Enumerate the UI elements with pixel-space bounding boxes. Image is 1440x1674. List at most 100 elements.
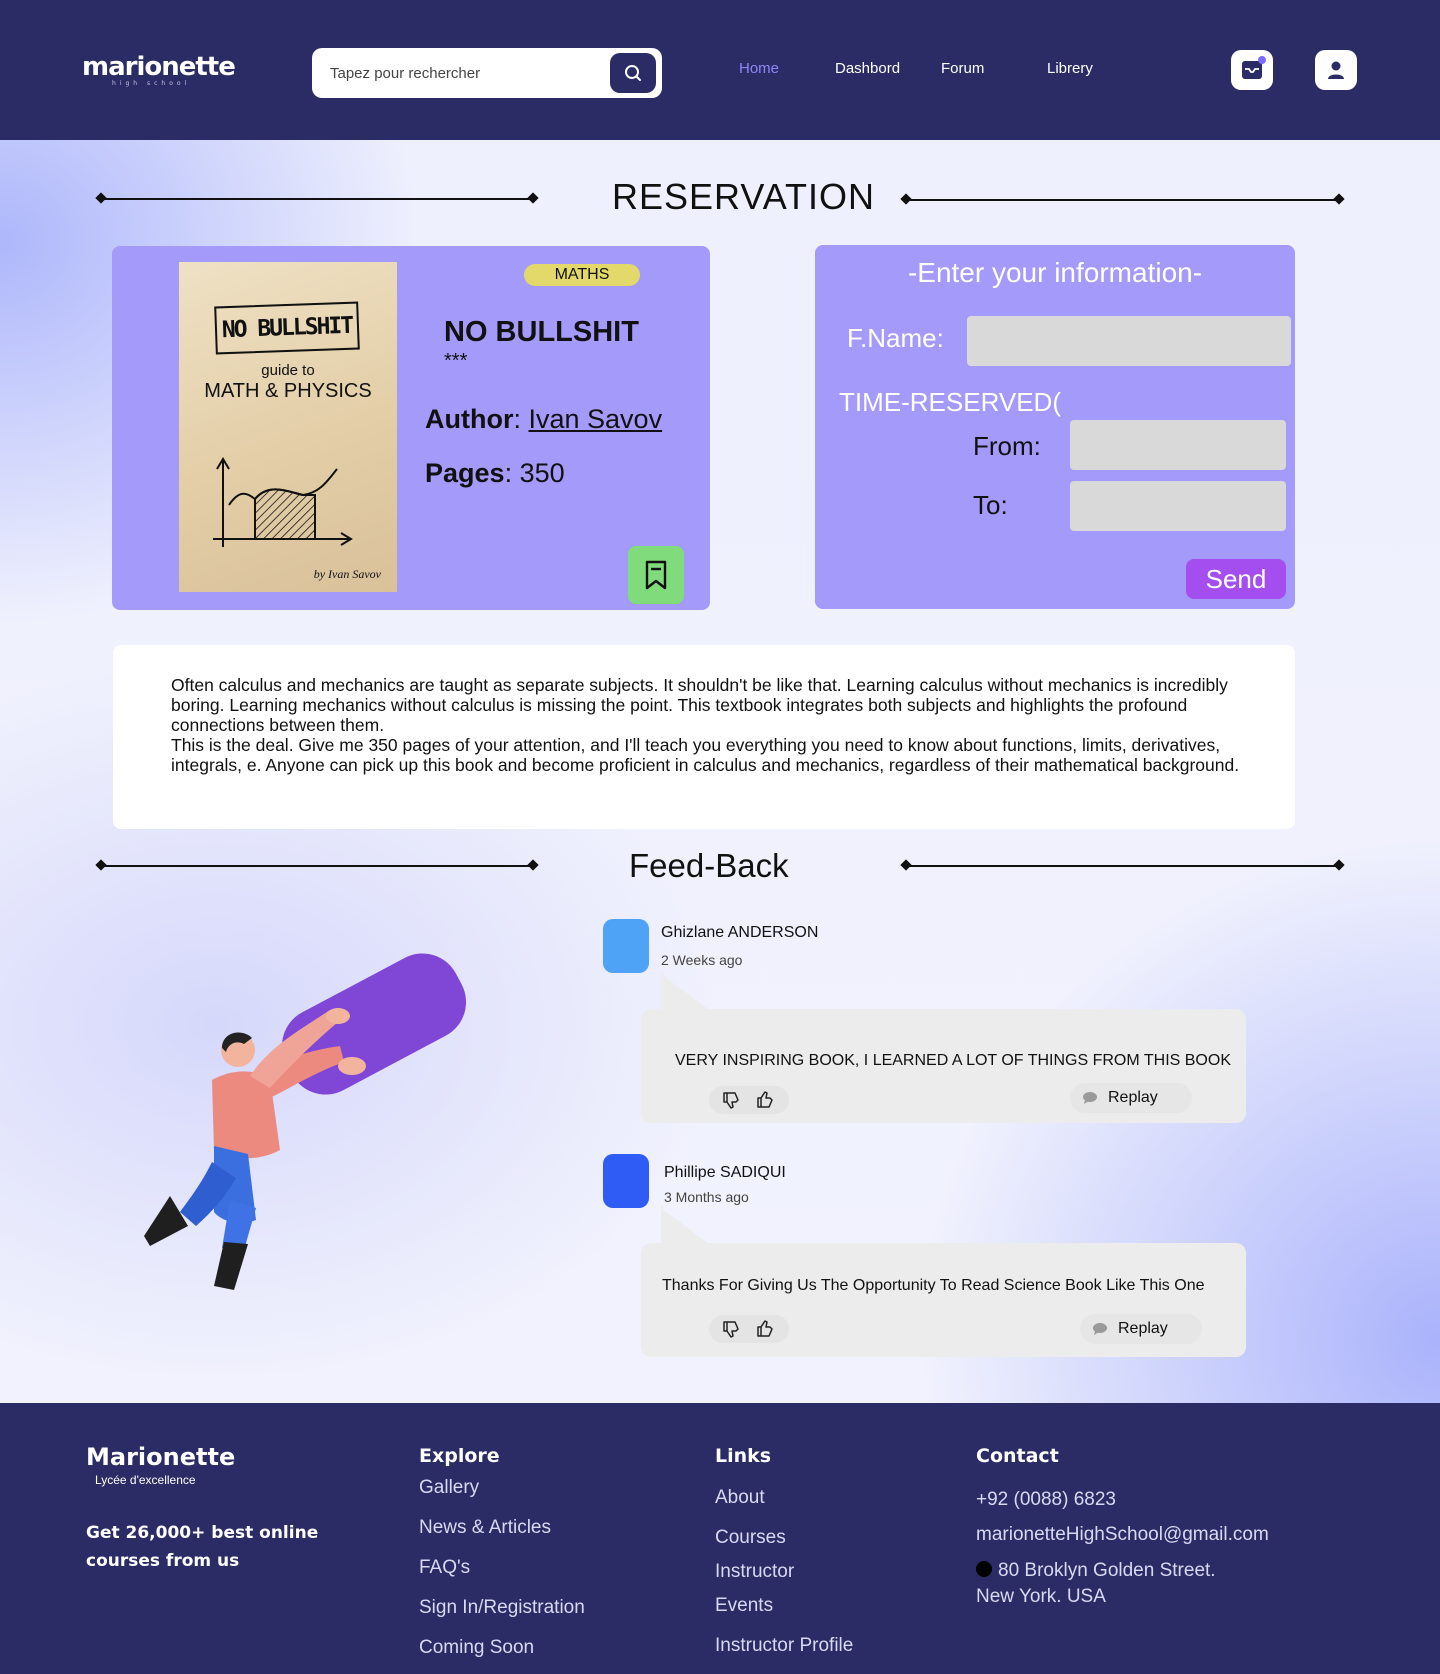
comment-text: VERY INSPIRING BOOK, I LEARNED A LOT OF … bbox=[675, 1052, 1231, 1069]
footer-link-instructor-profile[interactable]: Instructor Profile bbox=[715, 1635, 853, 1657]
contact-heading: Contact bbox=[976, 1445, 1059, 1467]
pages-value: 350 bbox=[519, 458, 565, 488]
commenter-avatar bbox=[603, 919, 649, 973]
comment-bubble: VERY INSPIRING BOOK, I LEARNED A LOT OF … bbox=[641, 1009, 1246, 1123]
logo[interactable]: marionette bbox=[82, 52, 236, 82]
contact-email[interactable]: marionetteHighSchool@gmail.com bbox=[976, 1524, 1269, 1546]
title-divider-left bbox=[101, 198, 533, 200]
comment-timestamp: 2 Weeks ago bbox=[661, 952, 743, 968]
search-icon bbox=[625, 65, 641, 81]
commenter-name: Phillipe SADIQUI bbox=[664, 1164, 786, 1181]
address-line-1: 80 Broklyn Golden Street. bbox=[998, 1560, 1216, 1581]
thumbs-down-icon[interactable] bbox=[719, 1317, 745, 1341]
from-field[interactable] bbox=[1070, 420, 1286, 470]
description-paragraph: This is the deal. Give me 350 pages of y… bbox=[171, 735, 1240, 775]
book-cover: NO BULLSHIT guide to MATH & PHYSICS by I… bbox=[179, 262, 397, 592]
footer-brand-subtitle: Lycée d'excellence bbox=[95, 1473, 196, 1487]
bookmark-icon bbox=[645, 560, 667, 590]
vote-controls bbox=[709, 1086, 789, 1114]
cover-topic: MATH & PHYSICS bbox=[204, 380, 372, 402]
comment-timestamp: 3 Months ago bbox=[664, 1189, 749, 1205]
footer-tagline: Get 26,000+ best online courses from us bbox=[86, 1523, 319, 1571]
book-rating: *** bbox=[444, 350, 468, 372]
vote-controls bbox=[709, 1315, 789, 1343]
footer-brand: Marionette bbox=[86, 1443, 236, 1471]
pages-label: Pages bbox=[425, 458, 505, 488]
footer-link-gallery[interactable]: Gallery bbox=[419, 1477, 479, 1499]
reservation-title: RESERVATION bbox=[612, 176, 876, 217]
form-heading: -Enter your information- bbox=[907, 257, 1203, 288]
comment-text: Thanks For Giving Us The Opportunity To … bbox=[662, 1277, 1205, 1294]
thumbs-up-icon[interactable] bbox=[753, 1317, 779, 1341]
user-icon bbox=[1328, 61, 1344, 79]
integral-graph-icon bbox=[213, 457, 353, 547]
footer-link-about[interactable]: About bbox=[715, 1487, 765, 1509]
name-field[interactable] bbox=[967, 316, 1291, 366]
location-pin-icon bbox=[976, 1561, 992, 1577]
reply-button[interactable]: Replay bbox=[1080, 1314, 1202, 1344]
footer-link-coming-soon[interactable]: Coming Soon bbox=[419, 1637, 534, 1659]
time-reserved-label: TIME-RESERVED( bbox=[839, 387, 1061, 417]
to-label: To: bbox=[973, 490, 1008, 520]
footer-link-courses[interactable]: Courses bbox=[715, 1527, 786, 1549]
book-title: NO BULLSHIT bbox=[444, 316, 639, 348]
notification-dot bbox=[1258, 56, 1266, 64]
person-with-speech-bubble-illustration bbox=[144, 953, 467, 1290]
thumbs-down-icon[interactable] bbox=[719, 1088, 745, 1112]
from-label: From: bbox=[973, 431, 1041, 461]
search-button[interactable] bbox=[610, 53, 656, 93]
header: marionette high school Home Dashbord For… bbox=[0, 0, 1440, 140]
footer-link-instructor[interactable]: Instructor bbox=[715, 1561, 794, 1583]
footer-link-events[interactable]: Events bbox=[715, 1595, 773, 1617]
bookmark-button[interactable] bbox=[628, 546, 684, 604]
comment-bubble-tail bbox=[661, 1208, 709, 1244]
feedback-title: Feed-Back bbox=[629, 847, 789, 884]
to-field[interactable] bbox=[1070, 481, 1286, 531]
cover-author: by Ivan Savov bbox=[313, 567, 381, 581]
reservation-form: -Enter your information- F.Name: TIME-RE… bbox=[815, 245, 1295, 609]
nav-library[interactable]: Librery bbox=[1047, 60, 1093, 77]
commenter-name: Ghizlane ANDERSON bbox=[661, 924, 819, 941]
nav-dashboard[interactable]: Dashbord bbox=[835, 60, 900, 77]
commenter-avatar bbox=[603, 1154, 649, 1208]
comment-bubble: Thanks For Giving Us The Opportunity To … bbox=[641, 1243, 1246, 1357]
feedback-divider-right bbox=[906, 865, 1339, 867]
nav-home[interactable]: Home bbox=[739, 60, 779, 77]
comment-bubble-tail bbox=[661, 974, 709, 1010]
book-pages-row: Pages: 350 bbox=[425, 458, 565, 488]
contact-address: 80 Broklyn Golden Street. bbox=[976, 1560, 1216, 1582]
reply-label: Replay bbox=[1118, 1320, 1168, 1337]
inbox-button[interactable] bbox=[1231, 50, 1273, 90]
footer: Marionette Lycée d'excellence Get 26,000… bbox=[0, 1403, 1440, 1674]
book-card: NO BULLSHIT guide to MATH & PHYSICS by I… bbox=[112, 246, 710, 610]
book-author-row: Author: Ivan Savov bbox=[425, 404, 663, 434]
thumbs-up-icon[interactable] bbox=[753, 1088, 779, 1112]
title-divider-right bbox=[906, 199, 1339, 201]
footer-link-signin[interactable]: Sign In/Registration bbox=[419, 1597, 585, 1619]
reply-button[interactable]: Replay bbox=[1070, 1083, 1192, 1113]
author-link[interactable]: Ivan Savov bbox=[529, 404, 663, 434]
chat-bubble-icon bbox=[1093, 1323, 1107, 1335]
links-heading: Links bbox=[715, 1445, 772, 1467]
cover-title-box: NO BULLSHIT bbox=[214, 301, 360, 355]
description-paragraph: Often calculus and mechanics are taught … bbox=[171, 675, 1228, 735]
footer-link-news[interactable]: News & Articles bbox=[419, 1517, 551, 1539]
footer-link-faq[interactable]: FAQ's bbox=[419, 1557, 470, 1579]
search-bar bbox=[312, 48, 662, 98]
explore-heading: Explore bbox=[419, 1445, 500, 1467]
search-input[interactable] bbox=[330, 48, 600, 98]
name-label: F.Name: bbox=[847, 323, 944, 353]
nav-forum[interactable]: Forum bbox=[941, 60, 984, 77]
reply-label: Replay bbox=[1108, 1089, 1158, 1106]
author-label: Author bbox=[425, 404, 514, 434]
category-badge: MATHS bbox=[524, 264, 640, 286]
book-description: Often calculus and mechanics are taught … bbox=[113, 645, 1295, 829]
cover-subtitle: guide to bbox=[261, 362, 315, 379]
profile-button[interactable] bbox=[1315, 50, 1357, 90]
chat-bubble-icon bbox=[1083, 1092, 1097, 1104]
address-line-2: New York. USA bbox=[976, 1586, 1106, 1607]
logo-subtext: high school bbox=[112, 80, 191, 87]
contact-phone: +92 (0088) 6823 bbox=[976, 1489, 1116, 1510]
feedback-divider-left bbox=[101, 865, 533, 867]
send-button[interactable]: Send bbox=[1186, 559, 1286, 599]
